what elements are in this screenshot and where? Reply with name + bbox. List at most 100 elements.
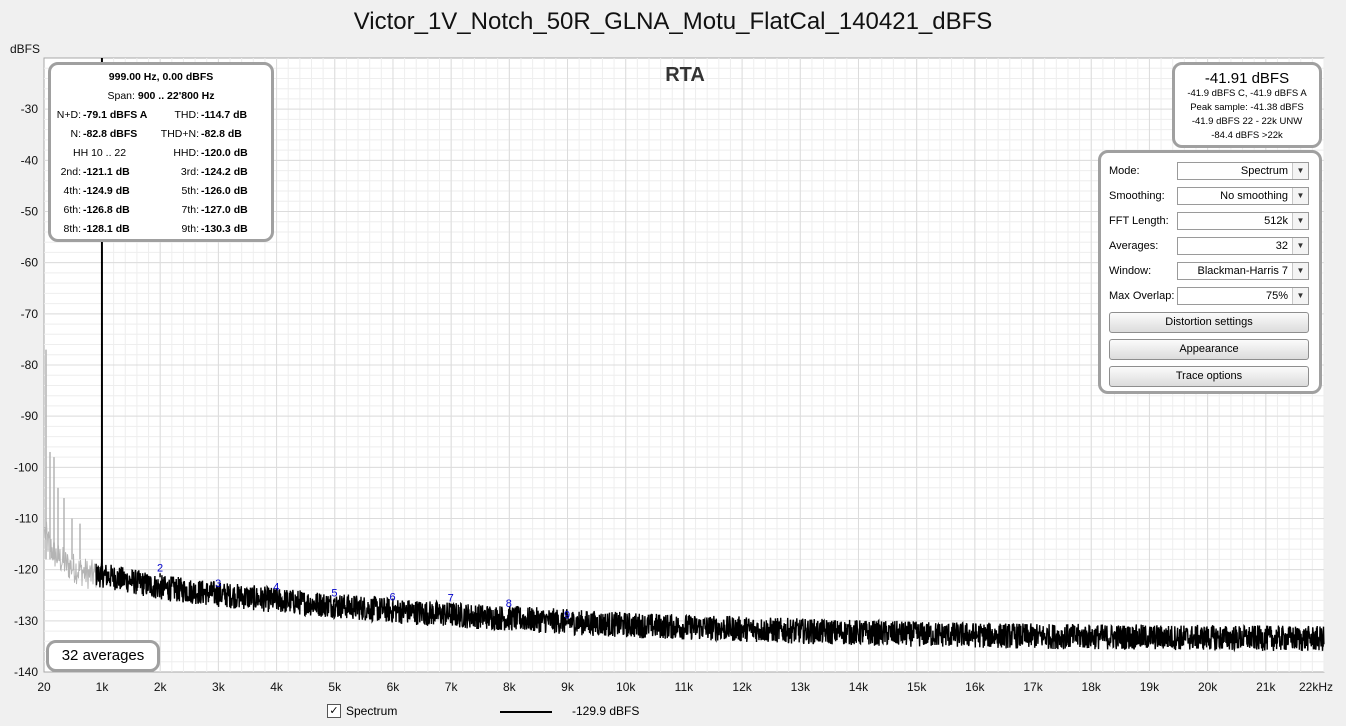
- distortion-value: -82.8 dB: [201, 128, 242, 140]
- x-tick-label: 16k: [965, 680, 985, 694]
- distortion-label: HHD:: [173, 147, 199, 159]
- distortion-value: -126.0 dB: [201, 185, 248, 197]
- span-line: Span: 900 .. 22'800 Hz: [51, 90, 271, 102]
- distortion-label: THD:: [174, 109, 200, 121]
- distortion-value: -79.1 dBFS A: [83, 109, 148, 121]
- averages-value: 32: [1275, 240, 1288, 252]
- fft-length-label: FFT Length:: [1109, 215, 1169, 227]
- spectrum-visibility-checkbox[interactable]: ✓: [327, 704, 341, 718]
- smoothing-select[interactable]: No smoothing ▼: [1177, 187, 1309, 205]
- y-tick-label: -50: [21, 205, 39, 219]
- harmonic-label: 5: [331, 587, 337, 599]
- distortion-label: 3rd:: [180, 166, 199, 178]
- x-tick-label: 14k: [849, 680, 869, 694]
- x-tick-label: 9k: [561, 680, 575, 694]
- harmonic-label: 2: [157, 562, 163, 574]
- max-overlap-value: 75%: [1265, 290, 1288, 302]
- harmonic-label: 6: [390, 591, 396, 603]
- x-tick-label: 1k: [96, 680, 110, 694]
- distortion-row: 2nd: -121.1 dB 3rd: -124.2 dB: [51, 166, 271, 184]
- level-line-1: -41.9 dBFS C, -41.9 dBFS A: [1187, 88, 1307, 99]
- distortion-value: -130.3 dB: [201, 223, 248, 235]
- max-overlap-row: Max Overlap: 75% ▼: [1107, 287, 1319, 307]
- distortion-value: -120.0 dB: [201, 147, 248, 159]
- distortion-label: 2nd:: [60, 166, 81, 178]
- y-tick-label: -140: [14, 665, 38, 679]
- y-tick-label: -90: [21, 409, 39, 423]
- fft-length-select[interactable]: 512k ▼: [1177, 212, 1309, 230]
- harmonic-label: 3: [215, 578, 221, 590]
- chevron-down-icon[interactable]: ▼: [1292, 213, 1308, 229]
- distortion-summary-panel: 999.00 Hz, 0.00 dBFS Span: 900 .. 22'800…: [48, 62, 274, 242]
- level-line-2: Peak sample: -41.38 dBFS: [1190, 102, 1304, 113]
- level-line-4: -84.4 dBFS >22k: [1211, 130, 1283, 141]
- chevron-down-icon[interactable]: ▼: [1292, 288, 1308, 304]
- distortion-label: 6th:: [63, 204, 81, 216]
- mode-value: Spectrum: [1240, 165, 1288, 177]
- harmonic-label: 7: [448, 592, 454, 604]
- max-overlap-label: Max Overlap:: [1109, 290, 1175, 302]
- fft-length-row: FFT Length: 512k ▼: [1107, 212, 1319, 232]
- harmonic-label: 4: [273, 582, 279, 594]
- distortion-label: HH 10 .. 22: [73, 147, 127, 159]
- x-tick-label: 3k: [212, 680, 226, 694]
- distortion-row: 8th: -128.1 dB 9th: -130.3 dB: [51, 223, 271, 241]
- span-label: Span:: [107, 90, 135, 102]
- x-tick-label: 13k: [791, 680, 811, 694]
- x-tick-label: 20: [37, 680, 51, 694]
- legend-series-name: Spectrum: [346, 704, 398, 718]
- distortion-row: N+D: -79.1 dBFS A THD: -114.7 dB: [51, 109, 271, 127]
- y-tick-label: -80: [21, 358, 39, 372]
- distortion-row: 6th: -126.8 dB 7th: -127.0 dB: [51, 204, 271, 222]
- mode-row: Mode: Spectrum ▼: [1107, 162, 1319, 182]
- window-select[interactable]: Blackman-Harris 7 ▼: [1177, 262, 1309, 280]
- rta-label: RTA: [665, 64, 705, 86]
- distortion-label: 4th:: [63, 185, 81, 197]
- trace-options-button[interactable]: Trace options: [1109, 366, 1309, 387]
- y-tick-label: -130: [14, 614, 38, 628]
- averages-badge: 32 averages: [46, 640, 160, 672]
- y-tick-label: -60: [21, 256, 39, 270]
- chevron-down-icon[interactable]: ▼: [1292, 263, 1308, 279]
- averages-select[interactable]: 32 ▼: [1177, 237, 1309, 255]
- level-panel: -41.91 dBFS -41.9 dBFS C, -41.9 dBFS A P…: [1172, 62, 1322, 148]
- x-tick-label: 8k: [503, 680, 517, 694]
- y-tick-label: -120: [14, 563, 38, 577]
- x-tick-label: 7k: [445, 680, 459, 694]
- distortion-label: 9th:: [181, 223, 199, 235]
- distortion-row: N: -82.8 dBFS THD+N: -82.8 dB: [51, 128, 271, 146]
- mode-select[interactable]: Spectrum ▼: [1177, 162, 1309, 180]
- level-main-value: -41.91 dBFS: [1204, 70, 1290, 87]
- chevron-down-icon[interactable]: ▼: [1292, 238, 1308, 254]
- x-tick-label: 10k: [616, 680, 636, 694]
- averages-label: Averages:: [1109, 240, 1159, 252]
- distortion-value: -114.7 dB: [201, 109, 248, 121]
- distortion-value: -128.1 dB: [83, 223, 130, 235]
- distortion-row: HH 10 .. 22 HHD: -120.0 dB: [51, 147, 271, 165]
- harmonic-label: 8: [506, 598, 512, 610]
- y-tick-label: -70: [21, 307, 39, 321]
- distortion-row: 4th: -124.9 dB 5th: -126.0 dB: [51, 185, 271, 203]
- legend-cursor-value: -129.9 dBFS: [572, 704, 640, 718]
- x-tick-label: 21k: [1256, 680, 1276, 694]
- x-tick-label: 22kHz: [1299, 680, 1333, 694]
- appearance-button[interactable]: Appearance: [1109, 339, 1309, 360]
- y-tick-label: -30: [21, 102, 39, 116]
- chevron-down-icon[interactable]: ▼: [1292, 163, 1308, 179]
- fft-length-value: 512k: [1264, 215, 1288, 227]
- distortion-label: 5th:: [181, 185, 199, 197]
- span-value: 900 .. 22'800 Hz: [137, 90, 215, 102]
- x-tick-label: 20k: [1198, 680, 1218, 694]
- x-tick-label: 18k: [1082, 680, 1102, 694]
- window-label: Window:: [1109, 265, 1152, 277]
- x-tick-label: 5k: [328, 680, 342, 694]
- max-overlap-select[interactable]: 75% ▼: [1177, 287, 1309, 305]
- x-tick-label: 12k: [732, 680, 752, 694]
- distortion-settings-button[interactable]: Distortion settings: [1109, 312, 1309, 333]
- distortion-value: -127.0 dB: [201, 204, 248, 216]
- distortion-value: -82.8 dBFS: [83, 128, 138, 140]
- y-tick-label: -100: [14, 460, 38, 474]
- fundamental-header: 999.00 Hz, 0.00 dBFS: [108, 71, 214, 83]
- chevron-down-icon[interactable]: ▼: [1292, 188, 1308, 204]
- harmonic-label: 9: [564, 609, 570, 621]
